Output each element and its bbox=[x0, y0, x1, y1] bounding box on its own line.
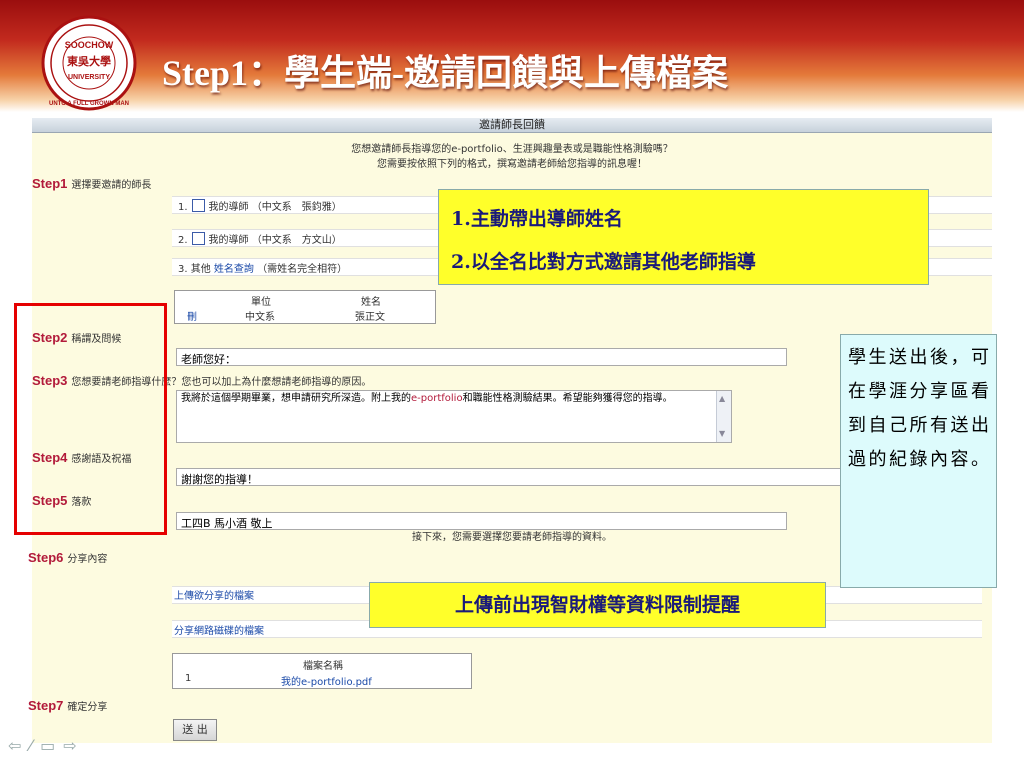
teacher-callout-line1: 1.主動帶出導師姓名 bbox=[451, 208, 623, 230]
university-logo-icon: SOOCHOW 東吳大學 UNIVERSITY UNTO A FULL GROW… bbox=[41, 15, 137, 111]
message-text-1: 我將於這個學期畢業，想申請研究所深造。附上我的 bbox=[181, 393, 411, 404]
share-record-callout: 學生送出後，可在學涯分享區看到自己所有送出過的紀錄內容。 bbox=[840, 334, 997, 588]
scroll-down-icon[interactable]: ▼ bbox=[719, 428, 725, 440]
upload-share-file-link[interactable]: 上傳欲分享的檔案 bbox=[174, 587, 254, 602]
logo-motto: UNTO A FULL GROWN MAN bbox=[49, 101, 129, 107]
intro-line-2: 您需要按依照下列的格式，撰寫邀請老師給您指導的訊息喔！ bbox=[377, 159, 647, 170]
slide-nav: ⇦⁄▭⇨ bbox=[8, 736, 85, 755]
step7-heading: Step7 確定分享 bbox=[28, 698, 107, 713]
message-textarea[interactable]: 我將於這個學期畢業，想申請研究所深造。附上我的e-portfolio和職能性格測… bbox=[176, 390, 732, 443]
back-arrow-icon[interactable]: ⇦ bbox=[8, 736, 29, 755]
option3-num: 3. 其他 bbox=[178, 264, 211, 275]
teacher-table-header-unit: 單位 bbox=[251, 297, 271, 308]
form-header: 邀請師長回饋 bbox=[32, 118, 992, 133]
file-row-num: 1 bbox=[185, 673, 192, 684]
teacher-unit: 中文系 bbox=[245, 312, 275, 323]
option1[interactable]: 1. 我的導師 （中文系 張鈞雅） bbox=[178, 198, 342, 213]
message-scrollbar[interactable]: ▲ ▼ bbox=[716, 391, 731, 442]
step6-text: 分享內容 bbox=[67, 554, 108, 565]
teacher-name: 張正文 bbox=[355, 312, 385, 323]
forward-arrow-icon[interactable]: ⇨ bbox=[63, 736, 84, 755]
thanks-input[interactable]: 謝謝您的指導！ bbox=[176, 468, 846, 486]
option1-checkbox[interactable] bbox=[191, 199, 205, 212]
step1-heading: Step1 選擇要邀請的師長 bbox=[32, 176, 151, 191]
option2-text: 我的導師 （中文系 方文山） bbox=[208, 235, 342, 246]
logo-text-top: SOOCHOW bbox=[65, 40, 114, 50]
submit-button[interactable]: 送 出 bbox=[173, 719, 217, 741]
name-search-link[interactable]: 姓名查詢 bbox=[214, 264, 254, 275]
slide-header: SOOCHOW 東吳大學 UNIVERSITY UNTO A FULL GROW… bbox=[0, 0, 1024, 115]
teacher-callout: 1.主動帶出導師姓名 2.以全名比對方式邀請其他老師指導 bbox=[438, 189, 929, 285]
teacher-callout-line2: 2.以全名比對方式邀請其他老師指導 bbox=[451, 251, 756, 273]
file-table-header: 檔案名稱 bbox=[303, 661, 343, 672]
option1-num: 1. bbox=[178, 202, 188, 213]
step1-label: Step1 bbox=[32, 176, 68, 191]
steps-highlight-frame bbox=[14, 303, 167, 535]
file-table: 檔案名稱 1 我的e-portfolio.pdf bbox=[172, 653, 472, 689]
delete-teacher-link[interactable]: 刪 bbox=[187, 308, 197, 323]
upload-warning-callout: 上傳前出現智財權等資料限制提醒 bbox=[369, 582, 826, 628]
option1-text: 我的導師 （中文系 張鈞雅） bbox=[208, 202, 342, 213]
option2-checkbox[interactable] bbox=[191, 232, 205, 245]
pen-icon[interactable]: ⁄ bbox=[29, 736, 40, 755]
message-eportfolio-text: e-portfolio bbox=[411, 393, 463, 404]
option2[interactable]: 2. 我的導師 （中文系 方文山） bbox=[178, 231, 342, 246]
intro-line-1: 您想邀請師長指導您的e-portfolio、生涯興趣量表或是職能性格測驗嗎？ bbox=[351, 144, 673, 155]
step1-text: 選擇要邀請的師長 bbox=[71, 180, 152, 191]
step7-label: Step7 bbox=[28, 698, 64, 713]
menu-icon[interactable]: ▭ bbox=[40, 736, 63, 755]
teacher-table: 單位 姓名 刪 中文系 張正文 bbox=[174, 290, 436, 324]
step6-label: Step6 bbox=[28, 550, 64, 565]
teacher-table-header-name: 姓名 bbox=[361, 297, 381, 308]
share-disk-file-link[interactable]: 分享網路磁碟的檔案 bbox=[174, 622, 264, 637]
greeting-input[interactable]: 老師您好： bbox=[176, 348, 787, 366]
step6-heading: Step6 分享內容 bbox=[28, 550, 107, 565]
logo-text-mid: 東吳大學 bbox=[67, 54, 111, 68]
file-row-name[interactable]: 我的e-portfolio.pdf bbox=[281, 673, 372, 688]
message-text-2: 和職能性格測驗結果。希望能夠獲得您的指導。 bbox=[462, 393, 673, 404]
option3: 3. 其他 姓名查詢 （需姓名完全相符） bbox=[178, 260, 347, 275]
option3-note: （需姓名完全相符） bbox=[257, 264, 348, 275]
scroll-up-icon[interactable]: ▲ bbox=[719, 393, 725, 405]
option2-num: 2. bbox=[178, 235, 188, 246]
slide-title: Step1：學生端-邀請回饋與上傳檔案 bbox=[162, 53, 728, 93]
logo-text-sub: UNIVERSITY bbox=[68, 74, 110, 81]
step7-text: 確定分享 bbox=[67, 702, 108, 713]
